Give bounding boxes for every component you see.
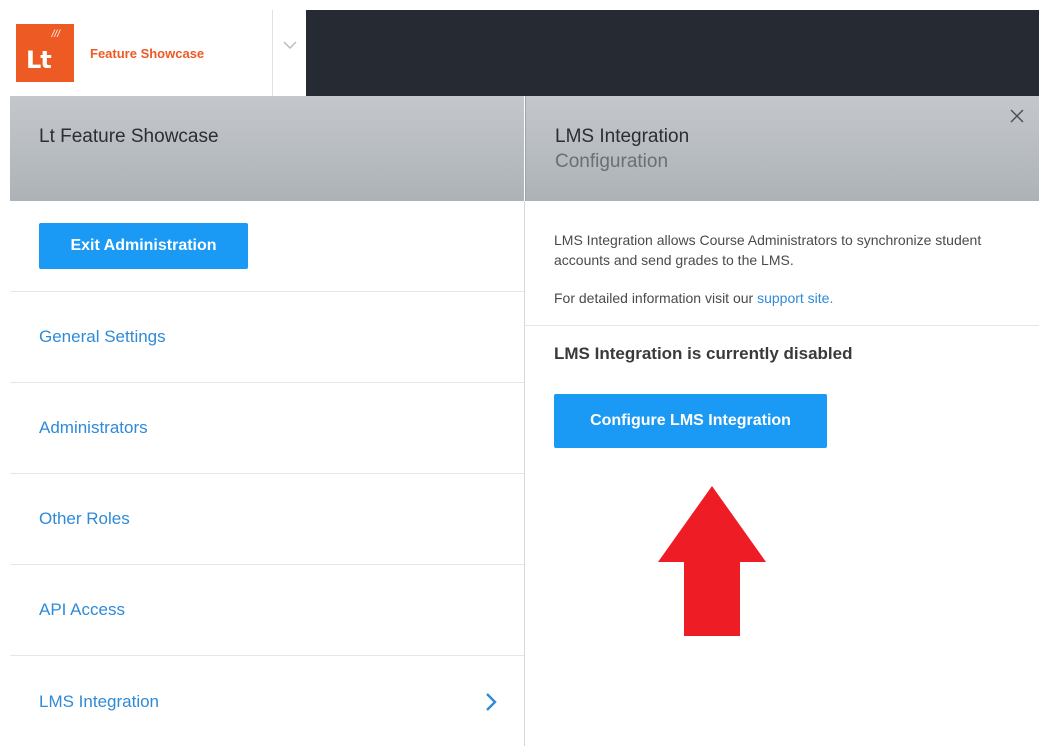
close-icon[interactable] xyxy=(1007,106,1027,126)
lms-detail-panel: LMS Integration allows Course Administra… xyxy=(525,201,1039,746)
configure-section: Configure LMS Integration xyxy=(525,364,1039,448)
nav-item-label: Other Roles xyxy=(39,509,130,528)
logo-text: Lt xyxy=(26,46,52,74)
nav-item-api-access[interactable]: API Access xyxy=(10,565,524,656)
arrow-up-icon xyxy=(658,486,766,636)
configure-lms-button[interactable]: Configure LMS Integration xyxy=(554,394,827,448)
support-info-text: For detailed information visit our xyxy=(554,290,754,306)
course-switcher[interactable] xyxy=(272,10,306,96)
chevron-down-icon xyxy=(282,41,297,50)
chevron-right-icon xyxy=(486,692,497,711)
logo-mark: /// xyxy=(51,29,60,40)
nav-item-lms-integration[interactable]: LMS Integration xyxy=(10,656,524,746)
admin-header: Lt Feature Showcase xyxy=(10,96,524,201)
lms-status: LMS Integration is currently disabled xyxy=(554,344,853,363)
nav-item-label: General Settings xyxy=(39,327,166,346)
exit-administration-button[interactable]: Exit Administration xyxy=(39,223,248,269)
lms-description: LMS Integration allows Course Administra… xyxy=(554,232,982,268)
detail-subtitle: Configuration xyxy=(555,150,669,172)
support-info: For detailed information visit our suppo… xyxy=(525,270,1039,306)
nav-item-label: API Access xyxy=(39,600,125,619)
detail-title: LMS Integration xyxy=(555,126,690,147)
support-site-link[interactable]: support site. xyxy=(757,290,833,306)
admin-nav-panel: Exit Administration General Settings Adm… xyxy=(10,201,524,746)
app-logo: /// Lt xyxy=(16,24,74,82)
top-bar: /// Lt Feature Showcase xyxy=(10,10,1039,96)
exit-section: Exit Administration xyxy=(10,201,524,292)
admin-title: Lt Feature Showcase xyxy=(39,126,219,147)
nav-item-general-settings[interactable]: General Settings xyxy=(10,292,524,383)
nav-item-other-roles[interactable]: Other Roles xyxy=(10,474,524,565)
nav-item-label: Administrators xyxy=(39,418,148,437)
brand-name: Feature Showcase xyxy=(90,45,205,61)
detail-header: LMS Integration Configuration xyxy=(525,96,1039,201)
nav-item-administrators[interactable]: Administrators xyxy=(10,383,524,474)
nav-item-label: LMS Integration xyxy=(39,691,160,711)
top-bar-dark xyxy=(306,10,1039,96)
brand[interactable]: /// Lt Feature Showcase xyxy=(10,10,272,96)
